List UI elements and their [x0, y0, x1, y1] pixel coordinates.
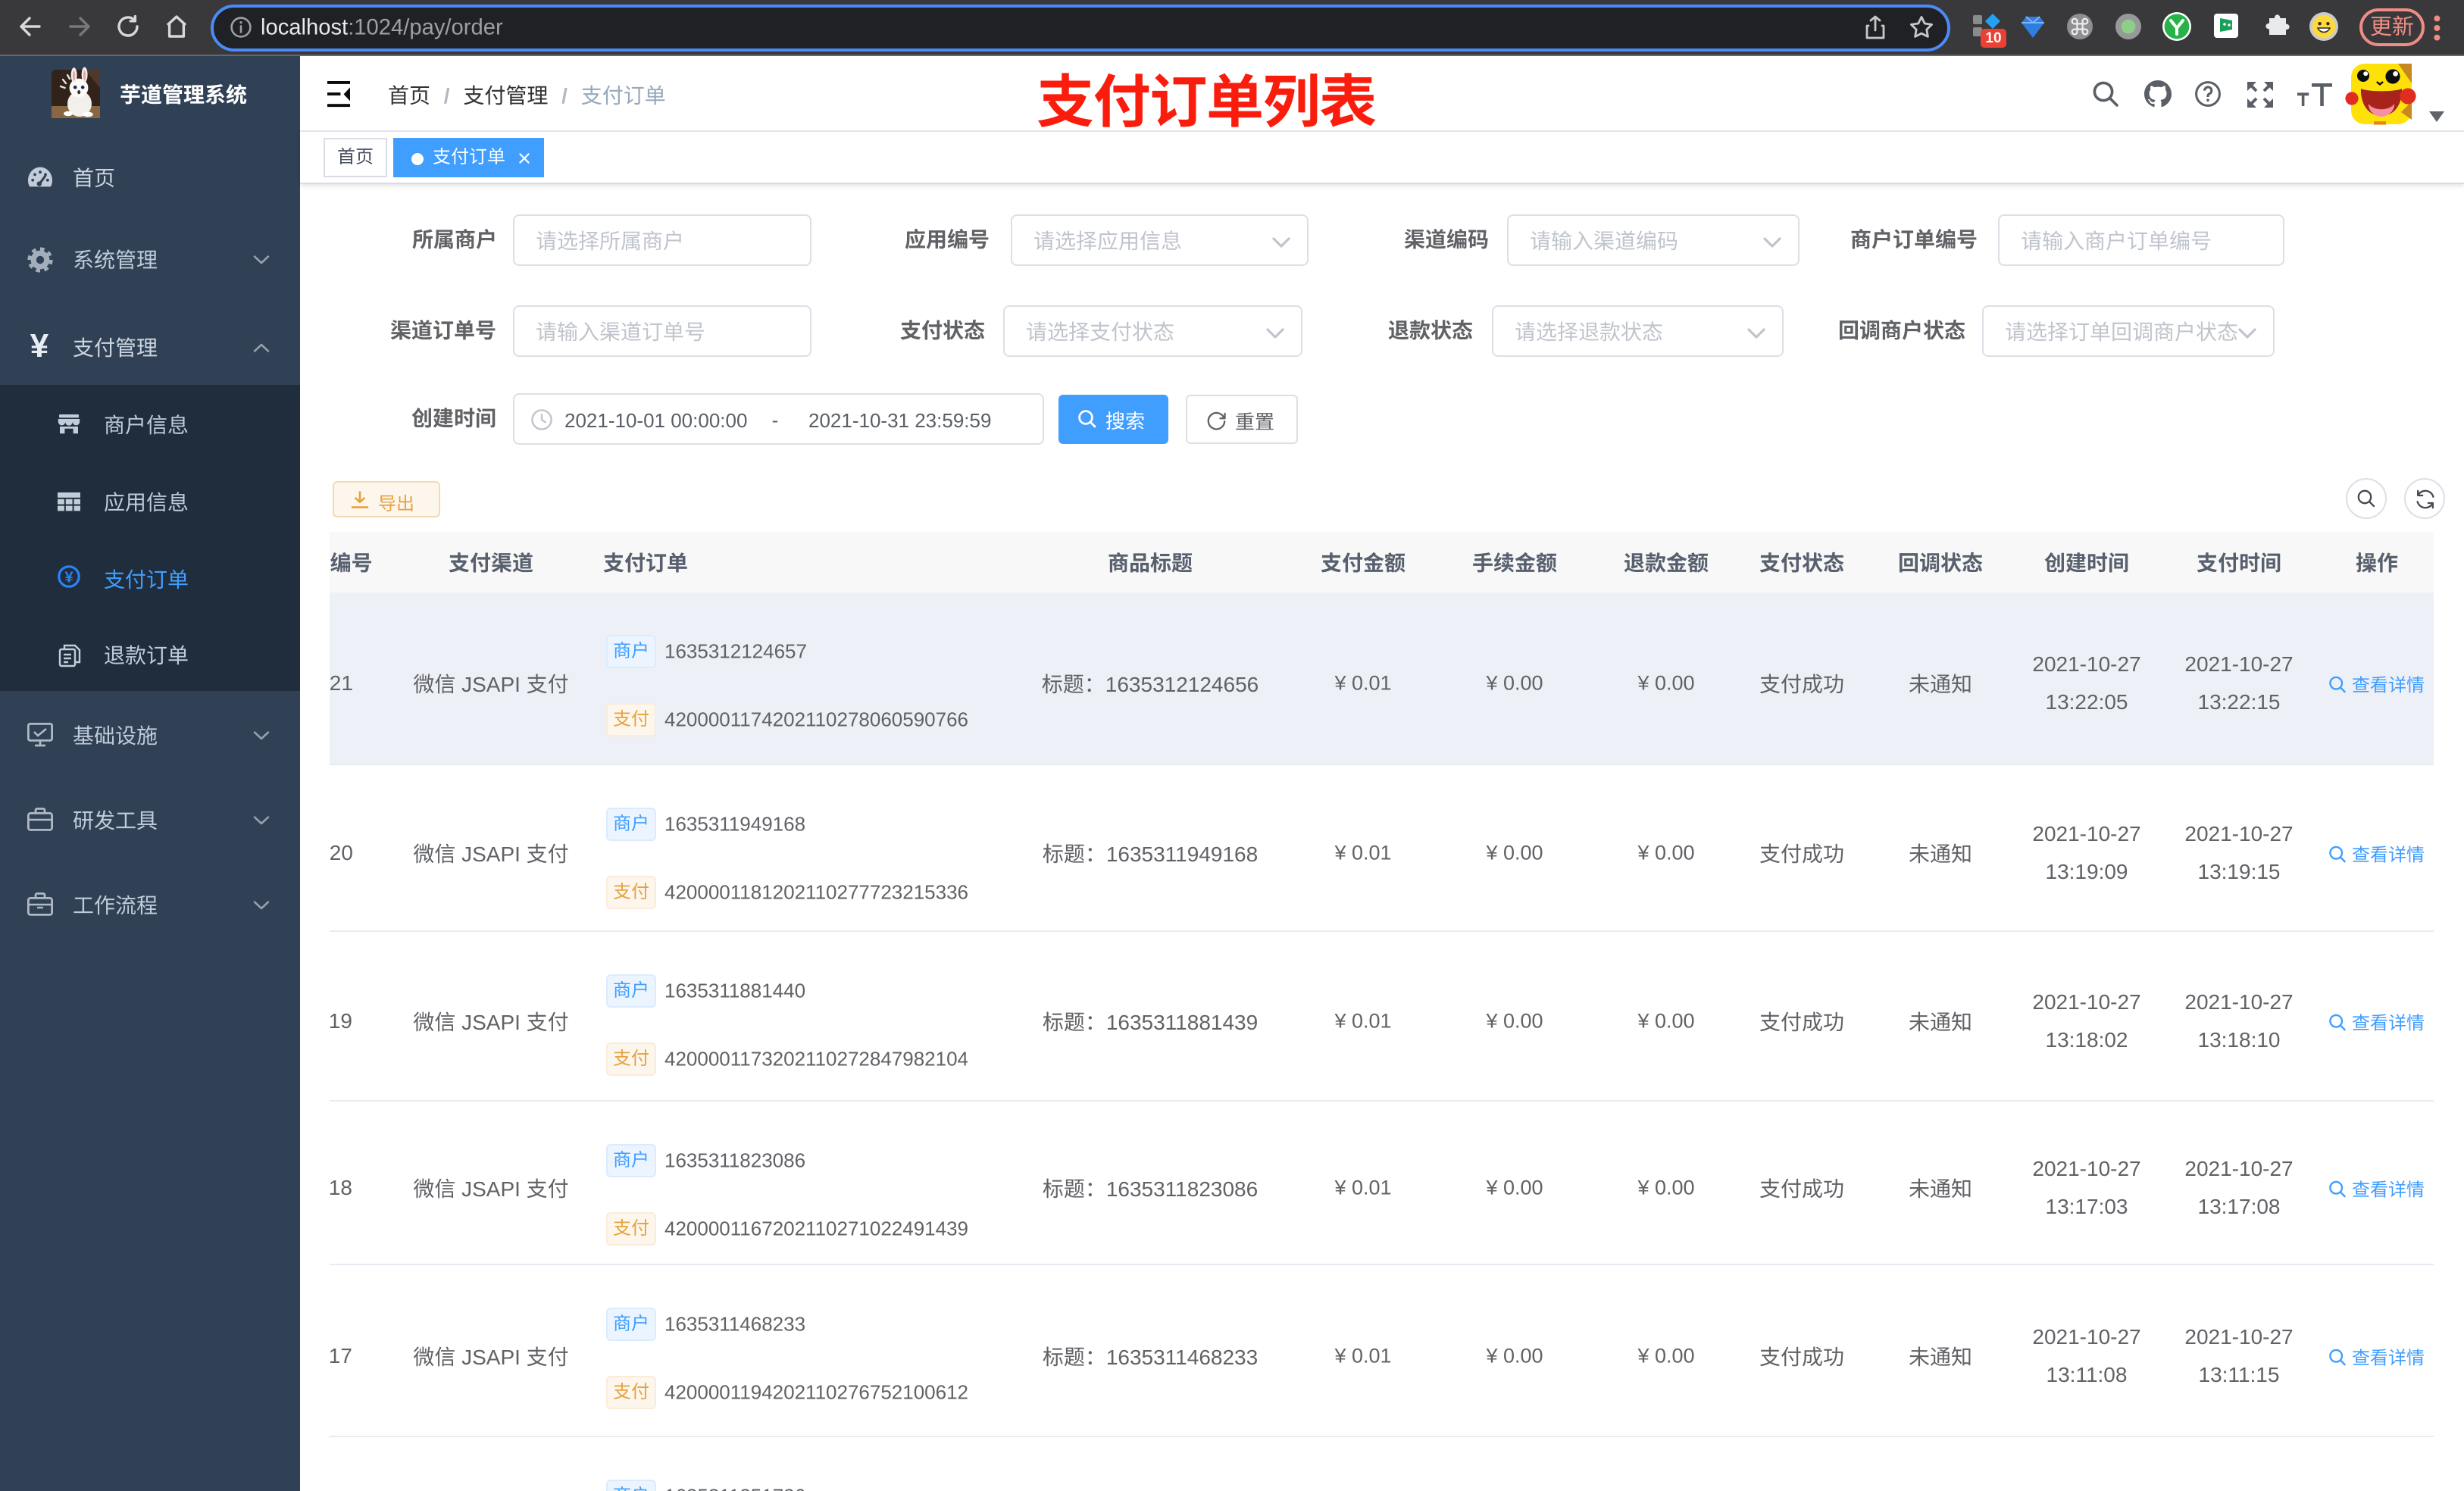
svg-text:¥: ¥ — [64, 569, 73, 586]
